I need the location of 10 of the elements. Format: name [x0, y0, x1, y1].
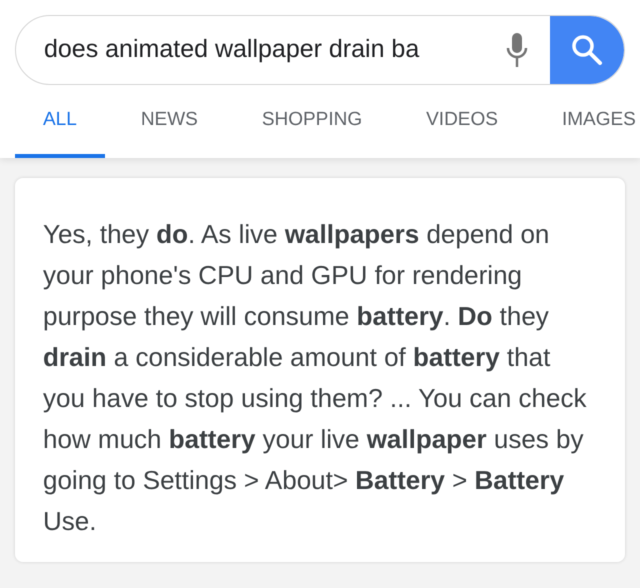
microphone-icon[interactable] [506, 33, 528, 67]
tab[interactable]: IMAGES [534, 106, 640, 158]
tab[interactable]: SHOPPING [234, 106, 390, 158]
tab[interactable]: ALL [15, 106, 105, 158]
tab[interactable]: VIDEOS [398, 106, 526, 158]
answer-text: Yes, they do. As live wallpapers depend on your phone's CPU and GPU for rendering purpose they will consume battery. Do they drain a considerable amount of battery that you have to stop using them? ... You can check how much battery your live wallpaper uses by going to Settings > About> Battery > Battery Use. [43, 218, 588, 538]
search-button[interactable] [550, 16, 624, 84]
search-field[interactable]: does animated wallpaper drain ba [16, 31, 484, 69]
search-icon [571, 34, 603, 66]
tab[interactable]: NEWS [112, 106, 226, 158]
